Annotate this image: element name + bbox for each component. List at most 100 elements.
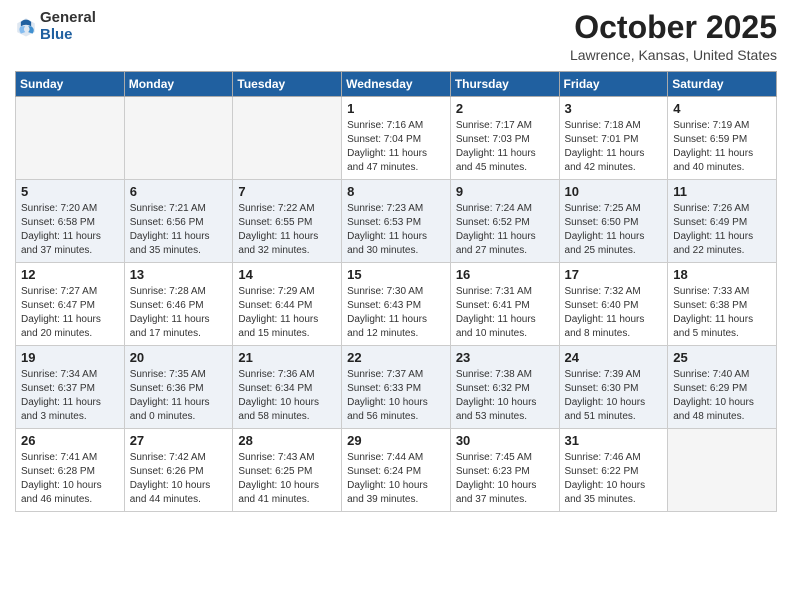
day-number: 21 [238, 350, 336, 365]
day-info: Sunrise: 7:23 AMSunset: 6:53 PMDaylight:… [347, 202, 445, 258]
day-number: 27 [130, 433, 228, 448]
day-info: Sunrise: 7:34 AMSunset: 6:37 PMDaylight:… [21, 368, 119, 424]
day-number: 28 [238, 433, 336, 448]
day-info: Sunrise: 7:19 AMSunset: 6:59 PMDaylight:… [673, 119, 771, 175]
day-info: Sunrise: 7:21 AMSunset: 6:56 PMDaylight:… [130, 202, 228, 258]
day-number: 3 [565, 101, 663, 116]
day-number: 11 [673, 184, 771, 199]
day-number: 19 [21, 350, 119, 365]
logo-blue-text: Blue [40, 26, 73, 43]
day-cell: 5Sunrise: 7:20 AMSunset: 6:58 PMDaylight… [16, 180, 125, 263]
day-cell: 20 Sunrise: 7:35 AMSunset: 6:36 PMDayligh… [124, 346, 233, 429]
day-cell: 25 Sunrise: 7:40 AMSunset: 6:29 PMDayligh… [668, 346, 777, 429]
day-number: 20 [130, 350, 228, 365]
day-cell: 14 Sunrise: 7:29 AMSunset: 6:44 PMDayligh… [233, 263, 342, 346]
day-cell: 4 Sunrise: 7:19 AMSunset: 6:59 PMDaylight… [668, 97, 777, 180]
day-cell: 22Sunrise: 7:37 AMSunset: 6:33 PMDayligh… [342, 346, 451, 429]
day-info: Sunrise: 7:29 AMSunset: 6:44 PMDaylight:… [238, 285, 336, 341]
day-info: Sunrise: 7:46 AMSunset: 6:22 PMDaylight:… [565, 451, 663, 507]
logo-general-text: General [40, 9, 96, 26]
day-number: 9 [456, 184, 554, 199]
logo-text: General Blue [40, 10, 96, 43]
day-info: Sunrise: 7:16 AMSunset: 7:04 PMDaylight:… [347, 119, 445, 175]
day-cell: 7Sunrise: 7:22 AMSunset: 6:55 PMDaylight… [233, 180, 342, 263]
day-cell [16, 97, 125, 180]
day-cell: 30Sunrise: 7:45 AMSunset: 6:23 PMDayligh… [450, 429, 559, 512]
day-number: 25 [673, 350, 771, 365]
day-cell: 19 Sunrise: 7:34 AMSunset: 6:37 PMDayligh… [16, 346, 125, 429]
day-info: Sunrise: 7:35 AMSunset: 6:36 PMDaylight:… [130, 368, 228, 424]
day-number: 29 [347, 433, 445, 448]
day-cell: 12 Sunrise: 7:27 AMSunset: 6:47 PMDayligh… [16, 263, 125, 346]
day-number: 15 [347, 267, 445, 282]
day-info: Sunrise: 7:39 AMSunset: 6:30 PMDaylight:… [565, 368, 663, 424]
day-cell: 29 Sunrise: 7:44 AMSunset: 6:24 PMDayligh… [342, 429, 451, 512]
header: General Blue October 2025 Lawrence, Kans… [15, 10, 777, 63]
day-cell [668, 429, 777, 512]
day-number: 13 [130, 267, 228, 282]
day-info: Sunrise: 7:31 AMSunset: 6:41 PMDaylight:… [456, 285, 554, 341]
day-info: Sunrise: 7:44 AMSunset: 6:24 PMDaylight:… [347, 451, 445, 507]
day-cell: 17Sunrise: 7:32 AMSunset: 6:40 PMDayligh… [559, 263, 668, 346]
day-cell: 18 Sunrise: 7:33 AMSunset: 6:38 PMDayligh… [668, 263, 777, 346]
day-cell: 13 Sunrise: 7:28 AMSunset: 6:46 PMDayligh… [124, 263, 233, 346]
day-info: Sunrise: 7:45 AMSunset: 6:23 PMDaylight:… [456, 451, 554, 507]
day-info: Sunrise: 7:30 AMSunset: 6:43 PMDaylight:… [347, 285, 445, 341]
day-cell: 27 Sunrise: 7:42 AMSunset: 6:26 PMDayligh… [124, 429, 233, 512]
day-info: Sunrise: 7:27 AMSunset: 6:47 PMDaylight:… [21, 285, 119, 341]
day-cell: 28 Sunrise: 7:43 AMSunset: 6:25 PMDayligh… [233, 429, 342, 512]
week-row-5: 26 Sunrise: 7:41 AMSunset: 6:28 PMDayligh… [16, 429, 777, 512]
day-number: 23 [456, 350, 554, 365]
day-info: Sunrise: 7:28 AMSunset: 6:46 PMDaylight:… [130, 285, 228, 341]
day-number: 17 [565, 267, 663, 282]
week-row-2: 5Sunrise: 7:20 AMSunset: 6:58 PMDaylight… [16, 180, 777, 263]
logo-icon [15, 16, 37, 38]
day-number: 18 [673, 267, 771, 282]
day-info: Sunrise: 7:26 AMSunset: 6:49 PMDaylight:… [673, 202, 771, 258]
day-number: 14 [238, 267, 336, 282]
day-cell: 3 Sunrise: 7:18 AMSunset: 7:01 PMDaylight… [559, 97, 668, 180]
day-number: 12 [21, 267, 119, 282]
weekday-header-row: SundayMondayTuesdayWednesdayThursdayFrid… [16, 72, 777, 97]
day-number: 1 [347, 101, 445, 116]
day-number: 8 [347, 184, 445, 199]
day-cell: 1 Sunrise: 7:16 AMSunset: 7:04 PMDaylight… [342, 97, 451, 180]
weekday-header-sunday: Sunday [16, 72, 125, 97]
day-number: 5 [21, 184, 119, 199]
weekday-header-tuesday: Tuesday [233, 72, 342, 97]
day-number: 6 [130, 184, 228, 199]
day-number: 24 [565, 350, 663, 365]
week-row-3: 12 Sunrise: 7:27 AMSunset: 6:47 PMDayligh… [16, 263, 777, 346]
location: Lawrence, Kansas, United States [570, 47, 777, 63]
day-info: Sunrise: 7:24 AMSunset: 6:52 PMDaylight:… [456, 202, 554, 258]
day-info: Sunrise: 7:42 AMSunset: 6:26 PMDaylight:… [130, 451, 228, 507]
day-cell: 6 Sunrise: 7:21 AMSunset: 6:56 PMDaylight… [124, 180, 233, 263]
day-cell: 24 Sunrise: 7:39 AMSunset: 6:30 PMDayligh… [559, 346, 668, 429]
weekday-header-monday: Monday [124, 72, 233, 97]
day-info: Sunrise: 7:18 AMSunset: 7:01 PMDaylight:… [565, 119, 663, 175]
day-cell: 26 Sunrise: 7:41 AMSunset: 6:28 PMDayligh… [16, 429, 125, 512]
day-number: 10 [565, 184, 663, 199]
day-cell: 21Sunrise: 7:36 AMSunset: 6:34 PMDayligh… [233, 346, 342, 429]
day-cell: 9 Sunrise: 7:24 AMSunset: 6:52 PMDaylight… [450, 180, 559, 263]
day-number: 7 [238, 184, 336, 199]
day-info: Sunrise: 7:41 AMSunset: 6:28 PMDaylight:… [21, 451, 119, 507]
day-number: 26 [21, 433, 119, 448]
week-row-4: 19 Sunrise: 7:34 AMSunset: 6:37 PMDayligh… [16, 346, 777, 429]
day-info: Sunrise: 7:38 AMSunset: 6:32 PMDaylight:… [456, 368, 554, 424]
day-number: 31 [565, 433, 663, 448]
day-number: 4 [673, 101, 771, 116]
day-info: Sunrise: 7:33 AMSunset: 6:38 PMDaylight:… [673, 285, 771, 341]
day-cell: 10 Sunrise: 7:25 AMSunset: 6:50 PMDayligh… [559, 180, 668, 263]
weekday-header-thursday: Thursday [450, 72, 559, 97]
day-info: Sunrise: 7:43 AMSunset: 6:25 PMDaylight:… [238, 451, 336, 507]
day-cell [233, 97, 342, 180]
day-cell: 16Sunrise: 7:31 AMSunset: 6:41 PMDayligh… [450, 263, 559, 346]
day-info: Sunrise: 7:25 AMSunset: 6:50 PMDaylight:… [565, 202, 663, 258]
weekday-header-friday: Friday [559, 72, 668, 97]
weekday-header-wednesday: Wednesday [342, 72, 451, 97]
day-number: 2 [456, 101, 554, 116]
day-cell: 23 Sunrise: 7:38 AMSunset: 6:32 PMDayligh… [450, 346, 559, 429]
calendar-table: SundayMondayTuesdayWednesdayThursdayFrid… [15, 71, 777, 512]
day-info: Sunrise: 7:40 AMSunset: 6:29 PMDaylight:… [673, 368, 771, 424]
